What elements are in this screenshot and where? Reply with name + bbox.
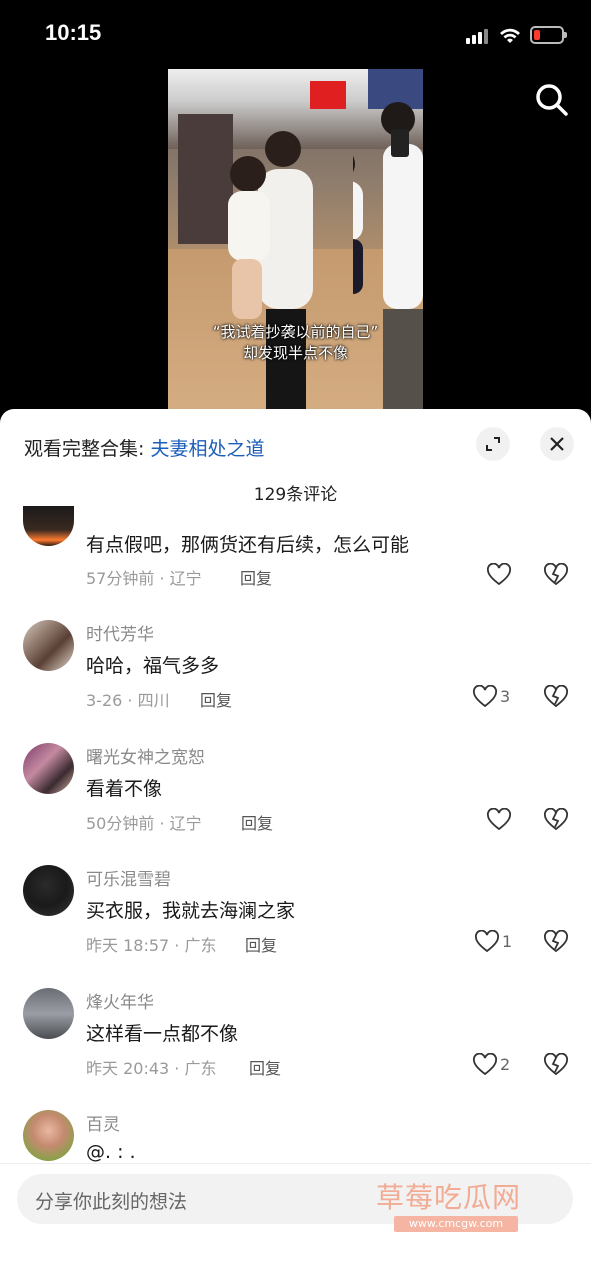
video-caption-line2: 却发现半点不像: [242, 344, 348, 362]
reply-button[interactable]: 回复: [245, 932, 277, 956]
video-player[interactable]: “我试着抄袭以前的自己” 却发现半点不像: [168, 69, 423, 414]
search-icon[interactable]: [532, 80, 572, 120]
comment-username[interactable]: 百灵: [86, 1110, 120, 1135]
like-count: 2: [500, 1055, 511, 1074]
comment-meta: 昨天 20:43 · 广东: [86, 1059, 217, 1078]
collection-link[interactable]: 夫妻相处之道: [150, 438, 264, 460]
reply-button[interactable]: 回复: [200, 687, 232, 711]
avatar[interactable]: [23, 988, 74, 1039]
comment-meta: 50分钟前 · 辽宁: [86, 814, 202, 833]
reply-button[interactable]: 回复: [249, 1055, 281, 1079]
comment-meta: 昨天 18:57 · 广东: [86, 936, 217, 955]
close-icon: [550, 437, 564, 451]
heart-icon[interactable]: [474, 930, 500, 954]
like-count: 1: [502, 932, 513, 951]
avatar[interactable]: [23, 865, 74, 916]
comment-username[interactable]: 烽火年华: [86, 988, 154, 1013]
heart-icon[interactable]: [486, 563, 512, 587]
comment-meta: 57分钟前 · 辽宁: [86, 569, 202, 588]
collection-banner[interactable]: 观看完整合集: 夫妻相处之道: [24, 434, 264, 461]
expand-icon: [486, 437, 500, 451]
comment-username[interactable]: 时代芳华: [86, 620, 154, 645]
dislike-icon[interactable]: [543, 563, 569, 587]
watermark-text: 草莓吃瓜网: [376, 1181, 522, 1214]
wifi-icon: [500, 28, 520, 43]
heart-icon[interactable]: [472, 685, 498, 709]
comment-input-bar: 分享你此刻的想法 草莓吃瓜网 www.cmcgw.com: [0, 1163, 591, 1280]
comment-input-placeholder: 分享你此刻的想法: [35, 1191, 188, 1213]
comment-item: 曙光女神之宽恕 看着不像 50分钟前 · 辽宁 回复: [0, 743, 591, 863]
comment-item: 有点假吧，那俩货还有后续，怎么可能 57分钟前 · 辽宁 回复: [0, 506, 591, 629]
comment-text: 买衣服，我就去海澜之家: [86, 900, 296, 922]
dislike-icon[interactable]: [543, 1053, 569, 1077]
comment-text: 看着不像: [86, 778, 163, 800]
comment-item: 烽火年华 这样看一点都不像 昨天 20:43 · 广东 回复 2: [0, 988, 591, 1108]
reply-button[interactable]: 回复: [240, 565, 272, 589]
comment-item: 百灵 @. : .: [0, 1110, 591, 1163]
avatar[interactable]: [23, 620, 74, 671]
video-person-woman: [228, 131, 313, 414]
dislike-icon[interactable]: [543, 685, 569, 709]
store-sign: [310, 81, 346, 109]
comment-item: 可乐混雪碧 买衣服，我就去海澜之家 昨天 18:57 · 广东 回复 1: [0, 865, 591, 985]
reply-button[interactable]: 回复: [241, 810, 273, 834]
comment-text: 哈哈，福气多多: [86, 655, 220, 677]
comment-sheet: 观看完整合集: 夫妻相处之道 129条评论 有点假吧，那俩货还有后续，怎么可能 …: [0, 409, 591, 1280]
close-button[interactable]: [540, 427, 574, 461]
comment-text: 这样看一点都不像: [86, 1023, 239, 1045]
avatar[interactable]: [23, 1110, 74, 1161]
dislike-icon[interactable]: [543, 930, 569, 954]
comment-text: 有点假吧，那俩货还有后续，怎么可能: [86, 534, 410, 556]
watermark-url: www.cmcgw.com: [394, 1216, 518, 1232]
heart-icon[interactable]: [472, 1053, 498, 1077]
comment-username[interactable]: 可乐混雪碧: [86, 865, 171, 890]
comment-count: 129条评论: [253, 485, 338, 505]
heart-icon[interactable]: [486, 808, 512, 832]
video-caption-line1: “我试着抄袭以前的自己”: [212, 323, 379, 341]
dislike-icon[interactable]: [543, 808, 569, 832]
comment-item: 时代芳华 哈哈，福气多多 3-26 · 四川 回复 3: [0, 620, 591, 740]
comment-meta: 3-26 · 四川: [86, 691, 170, 710]
cellular-signal-icon: [466, 28, 490, 44]
expand-button[interactable]: [476, 427, 510, 461]
status-time: 10:15: [45, 20, 102, 45]
battery-icon: [530, 26, 567, 44]
video-person-man: [353, 102, 423, 414]
status-bar: 10:15: [0, 0, 591, 66]
comment-text: @. : .: [86, 1141, 136, 1163]
like-count: 3: [500, 687, 511, 706]
avatar[interactable]: [23, 743, 74, 794]
avatar[interactable]: [23, 506, 74, 546]
comment-username[interactable]: 曙光女神之宽恕: [86, 743, 205, 768]
collection-prefix: 观看完整合集:: [24, 438, 151, 460]
